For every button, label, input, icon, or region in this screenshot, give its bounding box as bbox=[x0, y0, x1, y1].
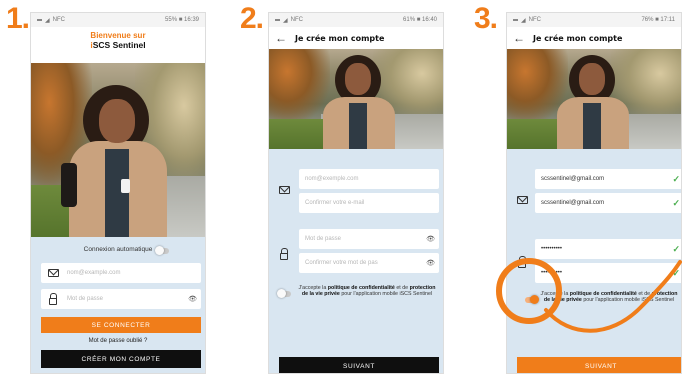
page-title: Je crée mon compte bbox=[295, 33, 385, 43]
signal-icon: ◢ bbox=[283, 17, 288, 24]
status-time: 55% ■ 16:39 bbox=[165, 17, 199, 23]
password-field[interactable]: Mot de passe 👁 bbox=[41, 289, 201, 309]
auto-connect-label: Connexion automatique bbox=[83, 246, 153, 253]
hero-photo bbox=[507, 49, 681, 149]
hero-photo bbox=[31, 63, 205, 237]
next-button[interactable]: SUIVANT bbox=[279, 357, 439, 373]
privacy-policy-link[interactable]: politique de confidentialité bbox=[328, 285, 395, 291]
step-number-2: 2. bbox=[240, 2, 264, 35]
signal-icon: ◢ bbox=[521, 17, 526, 24]
hero-photo bbox=[269, 49, 443, 149]
app-bar: ← Je crée mon compte bbox=[507, 27, 681, 49]
back-arrow-icon[interactable]: ← bbox=[275, 32, 291, 44]
signup-form: nom@exemple.com Confirmer votre e-mail M… bbox=[269, 149, 443, 373]
login-button[interactable]: SE CONNECTER bbox=[41, 317, 201, 333]
check-icon: ✓ bbox=[672, 243, 680, 254]
email-field[interactable]: scssentinel@gmail.com ✓ bbox=[535, 169, 681, 189]
lock-icon bbox=[44, 290, 62, 308]
password-field[interactable]: Mot de passe 👁 bbox=[299, 229, 439, 249]
status-time: 76% ■ 17:11 bbox=[641, 17, 675, 23]
eye-icon[interactable]: 👁 bbox=[426, 235, 435, 243]
eye-icon[interactable]: 👁 bbox=[188, 295, 197, 303]
envelope-icon bbox=[275, 181, 293, 199]
welcome-header: Bienvenue sur iSCS Sentinel bbox=[31, 27, 205, 63]
page-title: Je crée mon compte bbox=[533, 33, 623, 43]
forgot-password-link[interactable]: Mot de passe oublié ? bbox=[31, 338, 205, 344]
eye-icon[interactable]: 👁 bbox=[426, 259, 435, 267]
status-bar: ◢ NFC 61% ■ 16:40 bbox=[269, 13, 443, 27]
auto-connect-toggle[interactable] bbox=[155, 246, 169, 255]
email-field[interactable]: nom@example.com bbox=[41, 263, 201, 283]
app-bar: ← Je crée mon compte bbox=[269, 27, 443, 49]
envelope-icon bbox=[513, 191, 531, 209]
next-button[interactable]: SUIVANT bbox=[517, 357, 681, 373]
status-time: 61% ■ 16:40 bbox=[403, 17, 437, 23]
login-form: Connexion automatique nom@example.com Mo… bbox=[31, 237, 205, 373]
phone-screen-login: ◢ NFC 55% ■ 16:39 Bienvenue sur iSCS Sent… bbox=[30, 12, 206, 374]
create-account-button[interactable]: CRÉER MON COMPTE bbox=[41, 350, 201, 368]
check-icon: ✓ bbox=[672, 197, 680, 208]
consent-text: J'accepte la politique de confidentialit… bbox=[298, 285, 436, 298]
brand-logo: iSCS Sentinel bbox=[90, 40, 146, 50]
confirm-password-field[interactable]: Confirmer votre mot de pas 👁 bbox=[299, 253, 439, 273]
check-icon: ✓ bbox=[672, 173, 680, 184]
back-arrow-icon[interactable]: ← bbox=[513, 32, 529, 44]
welcome-text: Bienvenue sur bbox=[90, 31, 146, 40]
status-bar: ◢ NFC 76% ■ 17:11 bbox=[507, 13, 681, 27]
phone-screen-signup-empty: ◢ NFC 61% ■ 16:40 ← Je crée mon compte no… bbox=[268, 12, 444, 374]
highlight-swoosh bbox=[544, 260, 682, 333]
confirm-email-field[interactable]: Confirmer votre e-mail bbox=[299, 193, 439, 213]
step-number-3: 3. bbox=[474, 2, 498, 35]
signal-icon: ◢ bbox=[45, 17, 50, 24]
lock-icon bbox=[275, 245, 293, 263]
email-field[interactable]: nom@exemple.com bbox=[299, 169, 439, 189]
password-field[interactable]: •••••••••• ✓ bbox=[535, 239, 681, 259]
confirm-email-field[interactable]: scssentinel@gmail.com ✓ bbox=[535, 193, 681, 213]
envelope-icon bbox=[44, 264, 62, 282]
step-number-1: 1. bbox=[6, 2, 30, 35]
consent-toggle[interactable] bbox=[277, 289, 291, 298]
status-bar: ◢ NFC 55% ■ 16:39 bbox=[31, 13, 205, 27]
